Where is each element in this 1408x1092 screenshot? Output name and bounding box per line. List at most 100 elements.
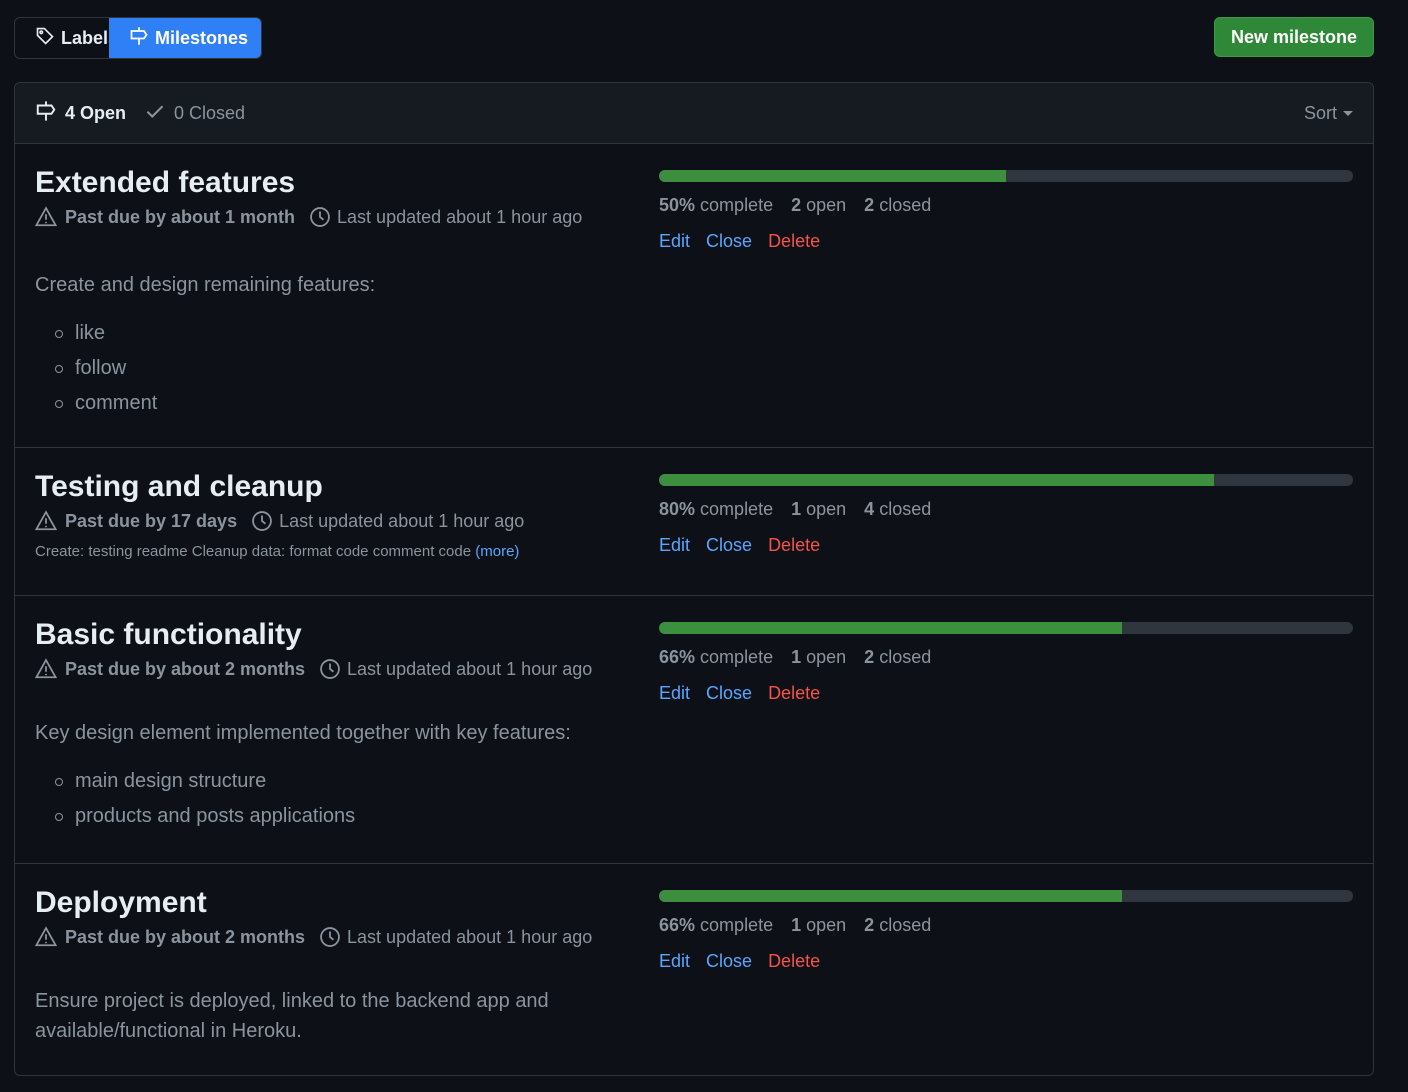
close-link[interactable]: Close <box>706 532 752 558</box>
milestone-item: Extended features Past due by about 1 mo… <box>15 144 1373 448</box>
alert-icon <box>35 926 57 947</box>
close-link[interactable]: Close <box>706 948 752 974</box>
delete-link[interactable]: Delete <box>768 948 820 974</box>
milestone-actions: Edit Close Delete <box>659 948 1353 974</box>
sort-dropdown[interactable]: Sort <box>1304 83 1353 143</box>
past-due: Past due by about 1 month <box>35 204 295 230</box>
edit-link[interactable]: Edit <box>659 228 690 254</box>
delete-link[interactable]: Delete <box>768 680 820 706</box>
progress-stats: 66% complete 1 open 2 closed <box>659 644 1353 670</box>
milestone-title[interactable]: Basic functionality <box>35 618 625 652</box>
percent-complete: 66% <box>659 915 696 935</box>
progress-bar <box>659 622 1353 634</box>
check-icon <box>144 100 166 127</box>
percent-complete: 80% <box>659 499 696 519</box>
last-updated: Last updated about 1 hour ago <box>319 656 592 682</box>
sort-label: Sort <box>1303 102 1337 123</box>
progress-fill <box>659 170 1006 182</box>
description-list: main design structure products and posts… <box>35 764 625 834</box>
milestone-description: Create: testing readme Cleanup data: for… <box>35 542 625 562</box>
caret-down-icon <box>1343 110 1353 116</box>
closed-count: 2 <box>864 647 875 667</box>
complete-label: complete <box>700 647 774 667</box>
open-label: open <box>806 195 847 215</box>
past-due-text: Past due by about 2 months <box>65 659 306 679</box>
description-list: like follow comment <box>35 316 625 421</box>
last-updated-text: Last updated about 1 hour ago <box>337 207 583 227</box>
clock-icon <box>320 927 340 947</box>
past-due: Past due by 17 days <box>35 508 237 534</box>
list-item: main design structure <box>55 764 625 799</box>
open-count-label: 4 Open <box>65 102 127 123</box>
milestone-meta: Past due by about 2 months Last updated … <box>35 924 625 950</box>
more-link[interactable]: (more) <box>475 543 519 560</box>
tab-milestones[interactable]: Milestones <box>109 18 261 58</box>
description-text: Create: testing readme Cleanup data: for… <box>35 543 472 560</box>
closed-label: closed <box>879 499 932 519</box>
progress-stats: 66% complete 1 open 2 closed <box>659 912 1353 938</box>
percent-complete: 66% <box>659 647 696 667</box>
open-count: 2 <box>791 195 802 215</box>
past-due: Past due by about 2 months <box>35 924 305 950</box>
progress-fill <box>659 474 1215 486</box>
top-bar: Labels Milestones New milestone <box>0 0 1408 82</box>
edit-link[interactable]: Edit <box>659 948 690 974</box>
closed-filter[interactable]: 0 Closed <box>144 100 245 127</box>
milestone-description: Create and design remaining features: <box>35 274 376 296</box>
last-updated-text: Last updated about 1 hour ago <box>347 659 593 679</box>
milestone-title[interactable]: Deployment <box>35 886 625 920</box>
closed-count: 2 <box>864 915 875 935</box>
last-updated: Last updated about 1 hour ago <box>319 924 592 950</box>
last-updated: Last updated about 1 hour ago <box>251 508 524 534</box>
milestone-description: Ensure project is deployed, linked to th… <box>35 990 549 1042</box>
clock-icon <box>252 511 272 531</box>
milestone-item: Testing and cleanup Past due by 17 days … <box>15 448 1373 596</box>
new-milestone-button[interactable]: New milestone <box>1214 17 1374 57</box>
open-count: 1 <box>791 647 802 667</box>
close-link[interactable]: Close <box>706 228 752 254</box>
milestone-meta: Past due by about 2 months Last updated … <box>35 656 625 682</box>
clock-icon <box>320 659 340 679</box>
milestone-meta: Past due by 17 days Last updated about 1… <box>35 508 625 534</box>
edit-link[interactable]: Edit <box>659 680 690 706</box>
milestone-meta: Past due by about 1 month Last updated a… <box>35 204 625 230</box>
open-filter[interactable]: 4 Open <box>35 100 126 127</box>
past-due-text: Past due by about 2 months <box>65 927 306 947</box>
milestone-title[interactable]: Extended features <box>35 166 625 200</box>
closed-label: closed <box>879 195 932 215</box>
complete-label: complete <box>700 195 774 215</box>
tab-labels[interactable]: Labels <box>15 18 118 58</box>
labels-milestones-switch: Labels Milestones <box>14 17 262 59</box>
alert-icon <box>35 510 57 531</box>
open-count: 1 <box>791 915 802 935</box>
close-link[interactable]: Close <box>706 680 752 706</box>
complete-label: complete <box>700 499 774 519</box>
progress-fill <box>659 890 1122 902</box>
progress-stats: 80% complete 1 open 4 closed <box>659 496 1353 522</box>
closed-label: closed <box>879 915 932 935</box>
tag-icon <box>35 26 55 51</box>
closed-label: closed <box>879 647 932 667</box>
milestone-item: Deployment Past due by about 2 months La… <box>15 864 1373 1075</box>
milestone-item: Basic functionality Past due by about 2 … <box>15 596 1373 864</box>
percent-complete: 50% <box>659 195 696 215</box>
delete-link[interactable]: Delete <box>768 228 820 254</box>
progress-bar <box>659 890 1353 902</box>
open-count: 1 <box>791 499 802 519</box>
alert-icon <box>35 658 57 679</box>
past-due-text: Past due by 17 days <box>65 511 238 531</box>
progress-bar <box>659 474 1353 486</box>
milestone-actions: Edit Close Delete <box>659 532 1353 558</box>
edit-link[interactable]: Edit <box>659 532 690 558</box>
past-due: Past due by about 2 months <box>35 656 305 682</box>
closed-count: 2 <box>864 195 875 215</box>
milestone-actions: Edit Close Delete <box>659 228 1353 254</box>
tab-milestones-text: Milestones <box>155 27 249 48</box>
delete-link[interactable]: Delete <box>768 532 820 558</box>
milestones-list: 4 Open 0 Closed Sort Extended features P… <box>14 82 1374 1076</box>
milestone-description: Key design element implemented together … <box>35 722 571 744</box>
last-updated-text: Last updated about 1 hour ago <box>347 927 593 947</box>
open-label: open <box>806 915 847 935</box>
milestone-icon <box>129 26 149 51</box>
milestone-title[interactable]: Testing and cleanup <box>35 470 625 504</box>
